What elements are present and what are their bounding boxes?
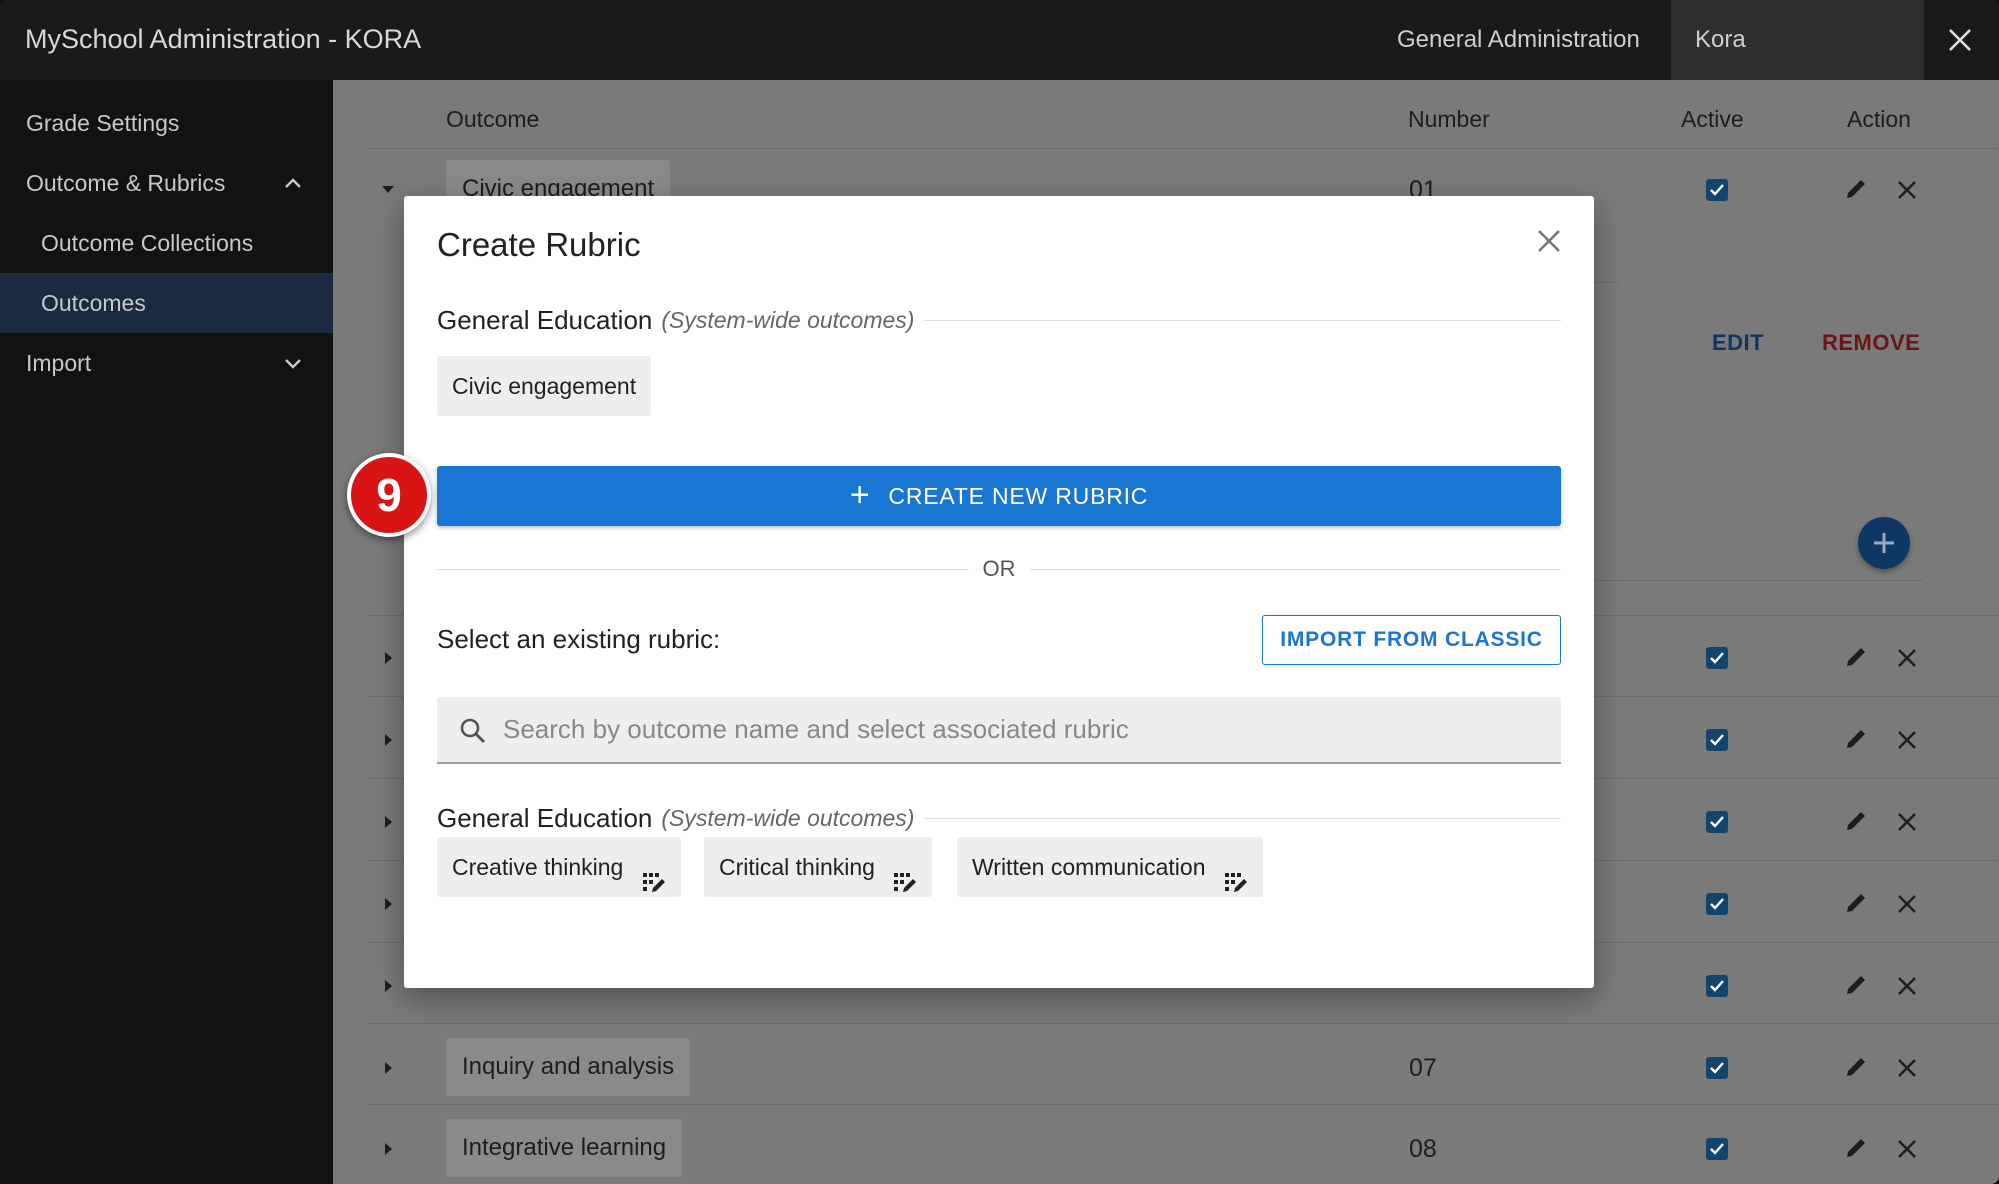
expand-caret-icon[interactable] bbox=[381, 979, 395, 993]
edit-pencil-icon[interactable] bbox=[1843, 726, 1869, 752]
dialog-title: Create Rubric bbox=[437, 226, 641, 263]
chip-label: Critical thinking bbox=[719, 854, 875, 880]
edit-link[interactable]: EDIT bbox=[1712, 330, 1764, 356]
divider bbox=[437, 568, 969, 570]
edit-pencil-icon[interactable] bbox=[1843, 1054, 1869, 1080]
column-header-active: Active bbox=[1681, 106, 1744, 132]
section-subtitle: (System-wide outcomes) bbox=[661, 306, 915, 333]
collapse-caret-icon[interactable] bbox=[381, 182, 395, 196]
divider bbox=[368, 1023, 1998, 1024]
or-separator: OR bbox=[437, 554, 1561, 584]
expand-caret-icon[interactable] bbox=[381, 897, 395, 911]
search-input[interactable] bbox=[503, 697, 1543, 762]
outcome-number: 07 bbox=[1409, 1054, 1437, 1082]
chevron-down-icon bbox=[283, 333, 303, 393]
expand-caret-icon[interactable] bbox=[381, 651, 395, 665]
sidebar-item-label: Outcomes bbox=[41, 290, 146, 316]
outcome-chip[interactable]: Integrative learning bbox=[446, 1119, 683, 1177]
edit-pencil-icon[interactable] bbox=[1843, 808, 1869, 834]
close-dialog-icon[interactable] bbox=[1534, 226, 1564, 256]
outcome-number: 08 bbox=[1409, 1135, 1437, 1163]
sidebar: Grade Settings Outcome & Rubrics Outcome… bbox=[0, 80, 333, 1184]
active-checkbox[interactable] bbox=[1706, 975, 1728, 997]
sidebar-item-outcome-collections[interactable]: Outcome Collections bbox=[0, 213, 333, 273]
divider bbox=[368, 148, 1998, 149]
delete-x-icon[interactable] bbox=[1896, 179, 1918, 201]
divider bbox=[368, 1104, 1998, 1105]
column-header-action: Action bbox=[1847, 106, 1911, 132]
edit-pencil-icon[interactable] bbox=[1843, 890, 1869, 916]
sidebar-item-label: Import bbox=[26, 350, 92, 376]
delete-x-icon[interactable] bbox=[1896, 1057, 1918, 1079]
chip-label: Written communication bbox=[972, 854, 1206, 880]
active-checkbox[interactable] bbox=[1706, 1138, 1728, 1160]
section-title: General Education bbox=[437, 304, 653, 335]
delete-x-icon[interactable] bbox=[1896, 893, 1918, 915]
tab-kora-administration[interactable]: Kora Administration bbox=[1671, 0, 1924, 133]
rubric-search-field[interactable] bbox=[437, 697, 1561, 764]
add-rubric-fab[interactable] bbox=[1858, 517, 1910, 569]
edit-pencil-icon[interactable] bbox=[1843, 972, 1869, 998]
remove-link[interactable]: REMOVE bbox=[1822, 330, 1920, 356]
sidebar-item-outcomes[interactable]: Outcomes bbox=[0, 273, 333, 333]
select-existing-label: Select an existing rubric: bbox=[437, 624, 721, 654]
active-checkbox[interactable] bbox=[1706, 179, 1728, 201]
delete-x-icon[interactable] bbox=[1896, 647, 1918, 669]
outcome-chip[interactable]: Inquiry and analysis bbox=[446, 1038, 691, 1096]
chip-label: Creative thinking bbox=[452, 854, 624, 880]
sidebar-item-import[interactable]: Import bbox=[0, 333, 333, 393]
expand-caret-icon[interactable] bbox=[381, 733, 395, 747]
delete-x-icon[interactable] bbox=[1896, 729, 1918, 751]
section-subtitle: (System-wide outcomes) bbox=[661, 804, 915, 831]
app-title: MySchool Administration - KORA bbox=[25, 24, 422, 54]
sidebar-item-label: Grade Settings bbox=[26, 110, 180, 136]
delete-x-icon[interactable] bbox=[1896, 811, 1918, 833]
chevron-up-icon bbox=[283, 153, 303, 213]
expand-caret-icon[interactable] bbox=[381, 1142, 395, 1156]
active-checkbox[interactable] bbox=[1706, 647, 1728, 669]
import-from-classic-button[interactable]: IMPORT FROM CLASSIC bbox=[1262, 615, 1561, 665]
rubric-grid-icon bbox=[1224, 856, 1248, 892]
outcome-chip-civic-engagement[interactable]: Civic engagement bbox=[437, 356, 652, 416]
expand-caret-icon[interactable] bbox=[381, 815, 395, 829]
rubric-chip-critical-thinking[interactable]: Critical thinking bbox=[704, 837, 933, 897]
rubric-chip-written-communication[interactable]: Written communication bbox=[957, 837, 1263, 897]
plus-icon: + bbox=[849, 475, 871, 514]
step-number-badge: 9 bbox=[347, 453, 431, 537]
divider bbox=[1029, 568, 1561, 570]
app-window: MySchool Administration - KORA General A… bbox=[0, 0, 1999, 1184]
column-header-number: Number bbox=[1408, 106, 1490, 132]
search-icon bbox=[459, 717, 487, 745]
sidebar-item-label: Outcome Collections bbox=[41, 230, 254, 256]
edit-pencil-icon[interactable] bbox=[1843, 1135, 1869, 1161]
rubric-grid-icon bbox=[893, 856, 917, 892]
sidebar-item-outcome-rubrics[interactable]: Outcome & Rubrics bbox=[0, 153, 333, 213]
sidebar-item-label: Outcome & Rubrics bbox=[26, 170, 226, 196]
rubric-grid-icon bbox=[642, 856, 666, 892]
active-checkbox[interactable] bbox=[1706, 893, 1728, 915]
tab-general-administration[interactable]: General Administration bbox=[1373, 0, 1671, 80]
active-checkbox[interactable] bbox=[1706, 1057, 1728, 1079]
active-checkbox[interactable] bbox=[1706, 729, 1728, 751]
divider bbox=[924, 817, 1561, 819]
edit-pencil-icon[interactable] bbox=[1843, 644, 1869, 670]
rubric-chip-creative-thinking[interactable]: Creative thinking bbox=[437, 837, 681, 897]
section-heading-general-education: General Education (System-wide outcomes) bbox=[437, 801, 1561, 835]
delete-x-icon[interactable] bbox=[1896, 975, 1918, 997]
button-label: CREATE NEW RUBRIC bbox=[888, 483, 1149, 509]
expand-caret-icon[interactable] bbox=[381, 1061, 395, 1075]
delete-x-icon[interactable] bbox=[1896, 1138, 1918, 1160]
section-title: General Education bbox=[437, 802, 653, 833]
top-bar: MySchool Administration - KORA General A… bbox=[0, 0, 1999, 133]
create-rubric-dialog: Create Rubric General Education (System-… bbox=[404, 196, 1594, 988]
divider bbox=[924, 319, 1561, 321]
or-label: OR bbox=[982, 556, 1016, 581]
active-checkbox[interactable] bbox=[1706, 811, 1728, 833]
close-window-icon[interactable] bbox=[1940, 20, 1980, 60]
edit-pencil-icon[interactable] bbox=[1843, 176, 1869, 202]
section-heading-general-education: General Education (System-wide outcomes) bbox=[437, 303, 1561, 337]
sidebar-item-grade-settings[interactable]: Grade Settings bbox=[0, 93, 333, 153]
column-header-outcome: Outcome bbox=[446, 106, 540, 132]
create-new-rubric-button[interactable]: + CREATE NEW RUBRIC bbox=[437, 466, 1561, 526]
